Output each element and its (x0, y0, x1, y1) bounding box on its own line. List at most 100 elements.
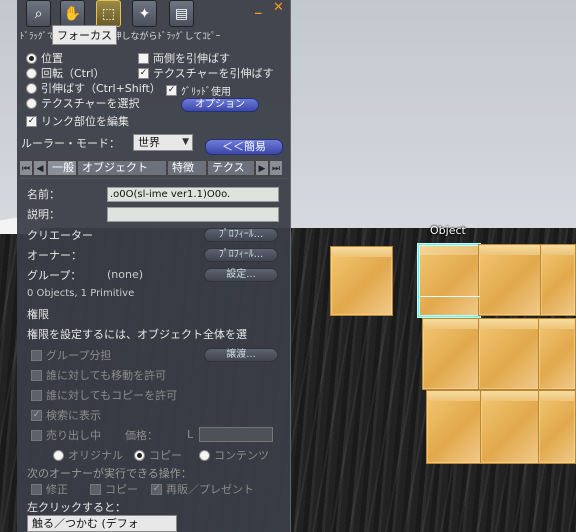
radio-dot (26, 67, 37, 79)
stretch-both-sides-checkbox[interactable]: 両側を引伸ばす (138, 50, 230, 66)
edit-linked-checkbox[interactable]: ✓ リンク部位を編集 (26, 113, 129, 129)
checkbox-box: ✓ (166, 85, 177, 96)
price-input[interactable] (199, 427, 273, 442)
wooden-cube[interactable] (478, 318, 540, 390)
tab-bar: ⏮ ◀ 一般 オブジェクト 特徴 テクス ▶ ⏭ (19, 160, 289, 176)
land-icon: ▤ (174, 5, 189, 22)
wooden-cube[interactable] (330, 246, 393, 316)
tab-object[interactable]: オブジェクト (77, 160, 167, 176)
group-value: (none) (107, 268, 144, 281)
checkbox-box (31, 389, 42, 401)
land-tool-button[interactable]: ▤ (169, 0, 194, 27)
price-label: 価格： (125, 429, 158, 442)
share-with-group-checkbox[interactable]: グループ分担 (31, 347, 111, 363)
grab-tool-button[interactable]: ✋ (60, 0, 85, 27)
select-cursor-icon: ⬚ (101, 5, 116, 22)
checkbox-box: ✓ (31, 409, 42, 421)
wooden-cube[interactable] (538, 318, 576, 390)
checkbox-box: ✓ (138, 67, 149, 79)
wooden-cube[interactable] (540, 244, 576, 316)
less-button[interactable]: ＜＜簡易 (205, 139, 283, 155)
permissions-note: 権限を設定するには、オブジェクト全体を選 (27, 328, 247, 341)
owner-profile-button[interactable]: ﾌﾟﾛﾌｨｰﾙ... (204, 248, 278, 262)
tab-first-icon[interactable]: ⏮ (19, 160, 33, 176)
select-tool-button[interactable]: ⬚ (96, 0, 121, 27)
magic-wand-icon: ✦ (138, 5, 151, 22)
left-click-select[interactable]: 触る／つかむ (デフォ (27, 515, 177, 532)
deed-button[interactable]: 譲渡... (204, 348, 278, 362)
object-hover-label: Object (430, 224, 466, 237)
wooden-cube[interactable] (422, 318, 480, 390)
zoom-icon: ⌕ (34, 5, 43, 22)
checkbox-box: ✓ (151, 483, 162, 495)
name-label: 名前： (27, 188, 60, 201)
tab-next-icon[interactable]: ▶ (255, 160, 269, 176)
next-owner-label: 次のオーナーが実行できる操作： (27, 467, 192, 480)
wooden-cube[interactable] (480, 390, 540, 464)
grab-hand-icon: ✋ (63, 5, 82, 22)
object-count: 0 Objects, 1 Primitive (27, 288, 135, 299)
sale-original-radio[interactable]: オリジナル (53, 447, 123, 463)
next-copy-checkbox[interactable]: コピー (90, 481, 138, 497)
ruler-mode-select[interactable]: 世界 ▼ (133, 134, 193, 151)
minimize-icon[interactable]: _ (255, 0, 262, 15)
anyone-copy-checkbox[interactable]: 誰に対してもコピーを許可 (31, 387, 177, 403)
checkbox-box (138, 52, 149, 64)
divider (19, 178, 289, 179)
group-settings-button[interactable]: 設定... (204, 268, 278, 282)
close-icon[interactable]: ✕ (273, 0, 284, 15)
mode-stretch-radio[interactable]: 引伸ばす（Ctrl+Shift） (26, 80, 161, 96)
name-input[interactable]: .o0O(sl-ime ver1.1)O0o. (107, 187, 279, 202)
zoom-tool-button[interactable]: ⌕ (26, 0, 51, 27)
creator-label: クリエーター (27, 229, 93, 242)
build-edit-panel: ⌕ ✋ ⬚ ✦ ▤ _ ✕ ﾄﾞﾗｯｸﾞで移動、Shiftを押しながらﾄﾞﾗｯｸ… (17, 0, 291, 532)
grid-options-button[interactable]: オプション (181, 98, 259, 112)
checkbox-box (31, 349, 42, 361)
radio-dot (26, 82, 37, 94)
anyone-move-checkbox[interactable]: 誰に対しても移動を許可 (31, 367, 166, 383)
left-click-label: 左クリックすると： (27, 501, 126, 514)
radio-dot (26, 52, 37, 64)
show-in-search-checkbox[interactable]: ✓ 検索に表示 (31, 407, 101, 423)
radio-dot (134, 449, 145, 461)
for-sale-checkbox[interactable]: 売り出し中 (31, 427, 101, 443)
tab-features[interactable]: 特徴 (167, 160, 207, 176)
mode-position-radio[interactable]: 位置 (26, 50, 63, 66)
create-tool-button[interactable]: ✦ (132, 0, 157, 27)
radio-dot (199, 449, 210, 461)
sale-contents-radio[interactable]: コンテンツ (199, 447, 269, 463)
tab-texture[interactable]: テクス (207, 160, 255, 176)
ruler-mode-label: ルーラー・モード： (21, 137, 120, 150)
radio-dot (26, 97, 37, 109)
next-resell-checkbox[interactable]: ✓ 再販／プレゼント (151, 481, 254, 497)
checkbox-box (31, 369, 42, 381)
sale-copy-radio[interactable]: コピー (134, 447, 182, 463)
selection-outline (420, 296, 480, 297)
permissions-heading: 権限 (27, 308, 49, 321)
use-grid-checkbox[interactable]: ✓ ｸﾞﾘｯﾄﾞ使用 (166, 83, 231, 98)
creator-profile-button[interactable]: ﾌﾟﾛﾌｨｰﾙ... (204, 228, 278, 242)
wooden-cube[interactable] (538, 390, 576, 464)
checkbox-box (90, 483, 101, 495)
tab-last-icon[interactable]: ⏭ (269, 160, 283, 176)
price-currency: L (187, 428, 194, 441)
description-input[interactable] (107, 207, 279, 222)
drag-hint: ﾄﾞﾗｯｸﾞで移動、Shiftを押しながらﾄﾞﾗｯｸﾞしてｺﾋﾟｰ (20, 32, 221, 42)
checkbox-box (31, 429, 42, 441)
stretch-textures-checkbox[interactable]: ✓ テクスチャーを引伸ばす (138, 65, 274, 81)
description-label: 説明： (27, 208, 60, 221)
group-label: グループ： (27, 269, 82, 282)
checkbox-box: ✓ (26, 115, 37, 127)
wooden-cube[interactable] (478, 244, 542, 316)
tab-general[interactable]: 一般 (47, 160, 77, 176)
checkbox-box (31, 483, 42, 495)
tab-prev-icon[interactable]: ◀ (33, 160, 47, 176)
next-modify-checkbox[interactable]: 修正 (31, 481, 68, 497)
owner-label: オーナー： (27, 249, 82, 262)
tool-tooltip: フォーカス (52, 25, 117, 45)
mode-rotate-radio[interactable]: 回転（Ctrl） (26, 65, 105, 81)
wooden-cube[interactable] (426, 390, 482, 464)
selected-wooden-cube[interactable] (418, 244, 480, 317)
chevron-down-icon: ▼ (182, 137, 189, 147)
mode-select-texture-radio[interactable]: テクスチャーを選択 (26, 95, 140, 111)
